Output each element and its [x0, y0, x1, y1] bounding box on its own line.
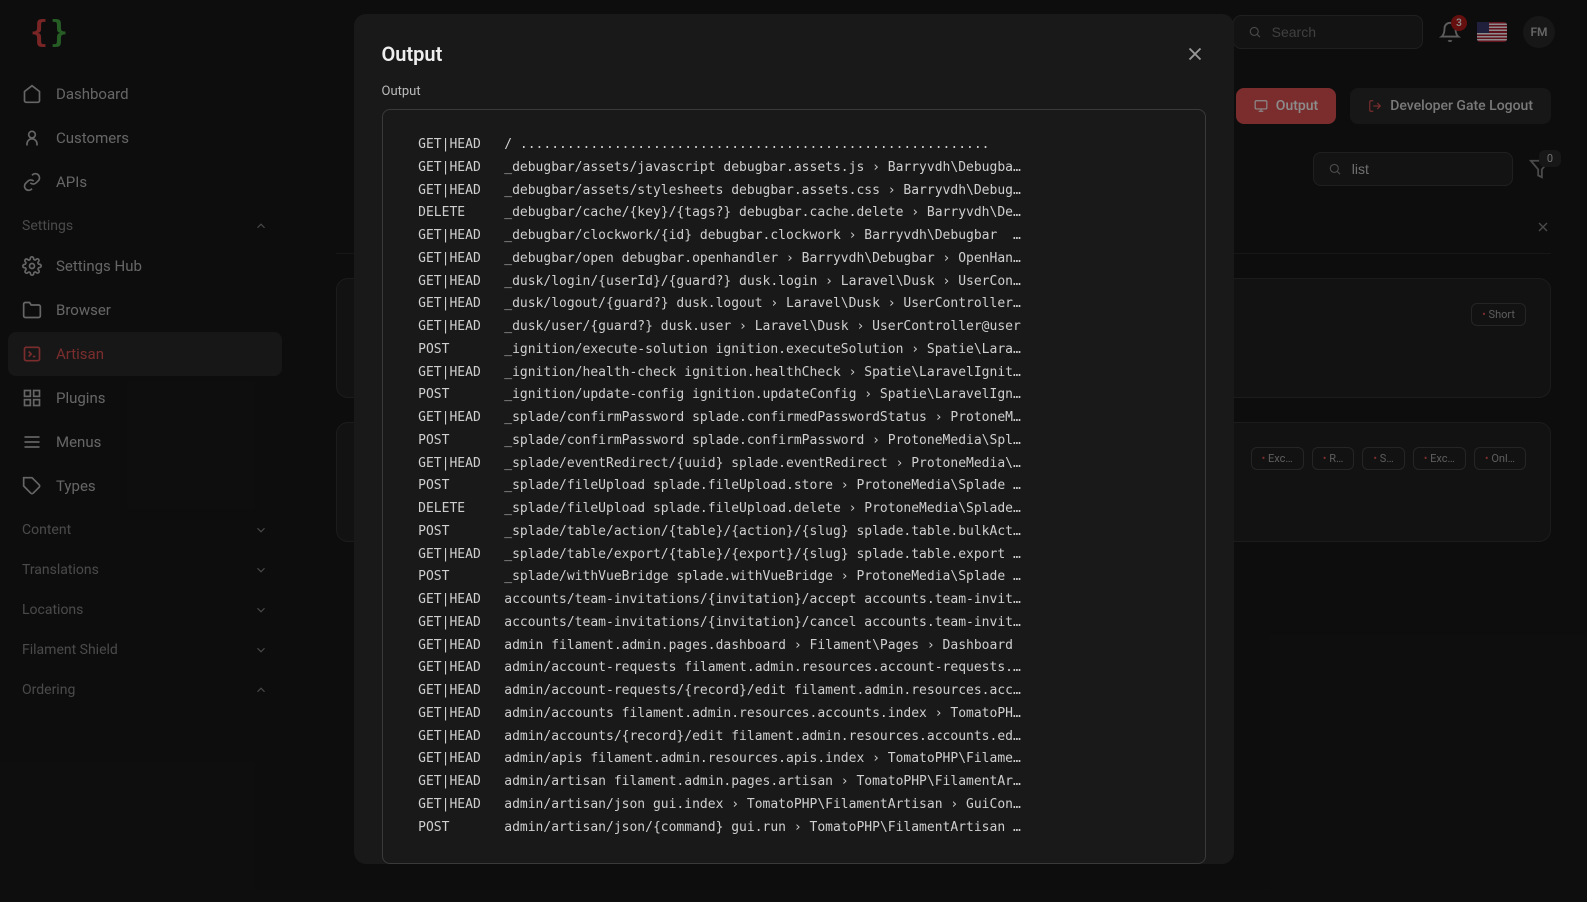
output-field-label: Output — [382, 84, 1206, 99]
output-modal: Output Output GET|HEAD / ...............… — [354, 14, 1234, 864]
modal-title: Output — [382, 42, 443, 66]
modal-close-button[interactable] — [1184, 43, 1206, 65]
close-icon — [1184, 43, 1206, 65]
modal-overlay[interactable]: Output Output GET|HEAD / ...............… — [0, 0, 1587, 902]
output-textarea[interactable]: GET|HEAD / .............................… — [382, 109, 1206, 864]
